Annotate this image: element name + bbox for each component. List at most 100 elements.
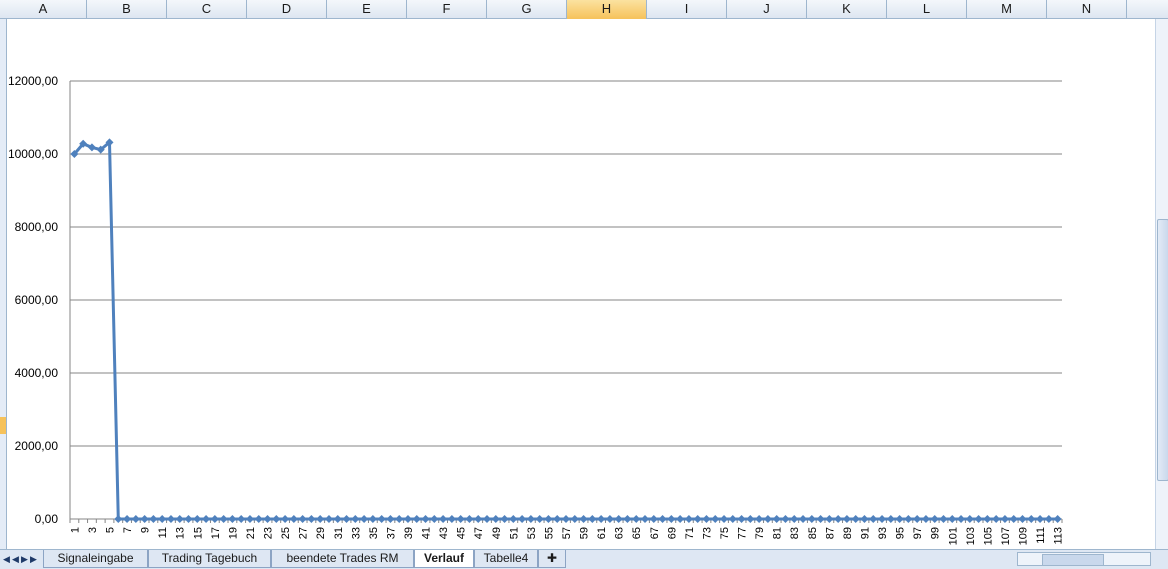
x-tick-label: 31	[333, 527, 345, 539]
x-tick-label: 27	[298, 527, 310, 539]
column-header-c[interactable]: C	[167, 0, 247, 19]
x-tick-label: 83	[789, 527, 801, 539]
x-tick-label: 15	[192, 527, 204, 539]
new-sheet-icon[interactable]: ✚	[538, 550, 566, 568]
x-tick-label: 41	[421, 527, 433, 539]
column-header-h[interactable]: H	[567, 0, 647, 19]
sheet-tab-trading-tagebuch[interactable]: Trading Tagebuch	[148, 550, 271, 568]
sheet-tab-signaleingabe[interactable]: Signaleingabe	[43, 550, 148, 568]
column-header-l[interactable]: L	[887, 0, 967, 19]
x-tick-label: 57	[561, 527, 573, 539]
x-tick-label: 77	[737, 527, 749, 539]
y-tick-label: 12000,00	[8, 74, 58, 88]
nav-next-icon[interactable]: ▶	[20, 552, 29, 566]
x-tick-label: 43	[438, 527, 450, 539]
data-point	[921, 515, 930, 523]
x-tick-label: 47	[473, 527, 485, 539]
data-point	[869, 515, 878, 523]
y-tick-label: 6000,00	[15, 293, 59, 307]
data-point	[684, 515, 693, 523]
x-tick-label: 23	[263, 527, 275, 539]
data-point	[693, 515, 702, 523]
data-point	[553, 515, 562, 523]
y-tick-label: 8000,00	[15, 220, 59, 234]
vertical-scroll-thumb[interactable]	[1157, 219, 1168, 481]
data-point	[465, 515, 474, 523]
data-point	[746, 515, 755, 523]
column-header-f[interactable]: F	[407, 0, 487, 19]
sheet-tab-tabelle4[interactable]: Tabelle4	[474, 550, 538, 568]
horizontal-scrollbar[interactable]	[1017, 552, 1151, 566]
x-tick-label: 7	[122, 527, 134, 533]
data-point	[509, 515, 518, 523]
column-header-m[interactable]: M	[967, 0, 1047, 19]
data-point	[790, 515, 799, 523]
data-point	[886, 515, 895, 523]
data-point	[895, 515, 904, 523]
data-point	[500, 515, 509, 523]
x-tick-label: 91	[859, 527, 871, 539]
nav-first-icon[interactable]: ◀	[2, 552, 11, 566]
series-path	[73, 140, 1058, 521]
nav-prev-icon[interactable]: ◀	[11, 552, 20, 566]
x-tick-label: 109	[1017, 527, 1029, 545]
horizontal-scroll-thumb[interactable]	[1042, 554, 1104, 566]
column-header-k[interactable]: K	[807, 0, 887, 19]
x-tick-label: 99	[930, 527, 942, 539]
data-point	[395, 515, 404, 523]
data-point	[324, 515, 333, 523]
column-header-g[interactable]: G	[487, 0, 567, 19]
data-point	[368, 515, 377, 523]
data-point	[193, 515, 202, 523]
data-point	[544, 515, 553, 523]
data-point	[623, 515, 632, 523]
column-header-i[interactable]: I	[647, 0, 727, 19]
column-header-row: ABCDEFGHIJKLMN	[0, 0, 1168, 19]
series-line	[70, 138, 1062, 523]
column-header-d[interactable]: D	[247, 0, 327, 19]
data-point	[482, 515, 491, 523]
data-point	[974, 515, 983, 523]
data-point	[588, 515, 597, 523]
data-point	[447, 515, 456, 523]
data-point	[781, 515, 790, 523]
x-tick-label: 45	[456, 527, 468, 539]
column-header-j[interactable]: J	[727, 0, 807, 19]
column-header-b[interactable]: B	[87, 0, 167, 19]
data-point	[1018, 515, 1027, 523]
data-point	[860, 515, 869, 523]
x-axis	[69, 81, 1063, 523]
x-tick-label: 65	[631, 527, 643, 539]
data-point	[834, 515, 843, 523]
data-point	[720, 515, 729, 523]
data-point	[210, 515, 219, 523]
data-point	[711, 515, 720, 523]
data-point	[412, 515, 421, 523]
x-tick-label: 49	[491, 527, 503, 539]
sheet-tab-verlauf[interactable]: Verlauf	[414, 550, 474, 568]
column-header-e[interactable]: E	[327, 0, 407, 19]
data-point	[123, 515, 132, 523]
x-tick-label: 79	[754, 527, 766, 539]
y-axis-labels: 0,00 2000,00 4000,00 6000,00 8000,00 10000,00…	[8, 74, 58, 526]
data-point	[87, 143, 96, 152]
x-tick-label: 33	[350, 527, 362, 539]
column-header-a[interactable]: A	[0, 0, 87, 19]
x-tick-label: 63	[614, 527, 626, 539]
data-point	[474, 515, 483, 523]
sheet-tab-beendete-trades-rm[interactable]: beendete Trades RM	[271, 550, 414, 568]
data-point	[351, 515, 360, 523]
data-point	[614, 515, 623, 523]
data-point	[851, 515, 860, 523]
x-tick-label: 55	[543, 527, 555, 539]
data-point	[1053, 515, 1062, 523]
vertical-scrollbar[interactable]	[1155, 19, 1168, 549]
column-header-n[interactable]: N	[1047, 0, 1127, 19]
data-point	[430, 515, 439, 523]
data-point	[983, 515, 992, 523]
nav-last-icon[interactable]: ▶	[29, 552, 38, 566]
line-chart[interactable]: 0,00 2000,00 4000,00 6000,00 8000,00 10000,00…	[0, 19, 1155, 549]
x-tick-label: 107	[1000, 527, 1012, 545]
data-point	[237, 515, 246, 523]
data-point	[799, 515, 808, 523]
